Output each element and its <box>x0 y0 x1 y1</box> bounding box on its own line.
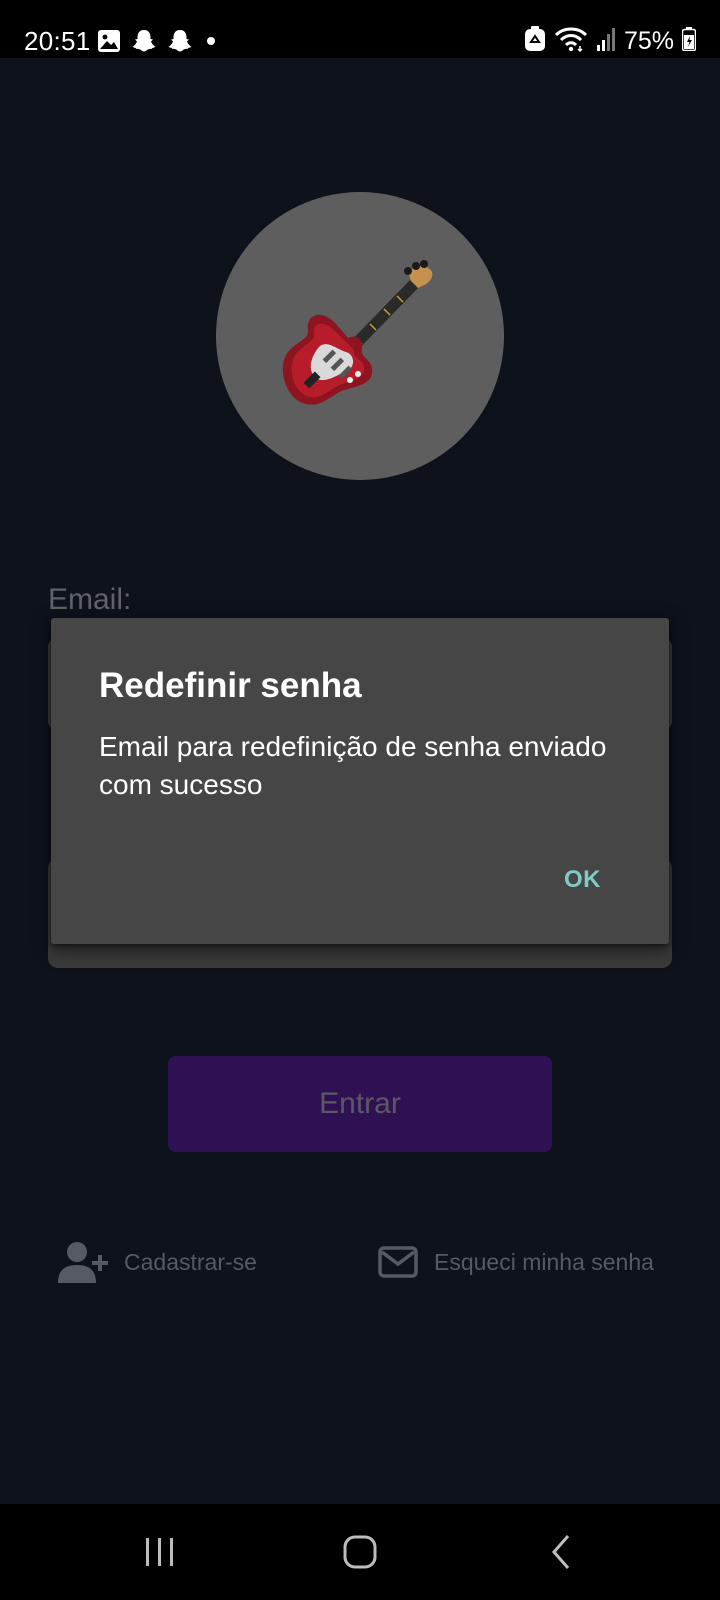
snapchat-icon <box>131 28 157 59</box>
screen: 20:51 75% Email: Entrar Cadastrar-se Esq… <box>0 0 720 1600</box>
snapchat-icon <box>167 28 193 59</box>
add-user-icon <box>58 1242 108 1283</box>
dialog-title: Redefinir senha <box>99 666 362 705</box>
status-time: 20:51 <box>24 26 91 56</box>
status-right: 75% <box>524 24 697 58</box>
wifi-icon <box>554 26 588 57</box>
status-bar: 20:51 75% <box>0 0 720 58</box>
recent-apps-button[interactable] <box>138 1530 182 1574</box>
alert-dialog: Redefinir senha Email para redefinição d… <box>51 618 669 944</box>
signup-label: Cadastrar-se <box>124 1248 257 1275</box>
navigation-bar <box>0 1504 720 1600</box>
login-button[interactable]: Entrar <box>168 1056 552 1152</box>
guitar-icon <box>282 260 433 405</box>
ok-button[interactable]: OK <box>564 864 601 896</box>
recent-apps-icon <box>146 1538 173 1566</box>
battery-percent: 75% <box>623 27 674 55</box>
envelope-icon <box>378 1246 418 1278</box>
back-button[interactable] <box>540 1530 584 1574</box>
forgot-label: Esqueci minha senha <box>434 1248 654 1275</box>
signup-link[interactable]: Cadastrar-se <box>58 1241 257 1283</box>
signal-icon <box>596 27 616 56</box>
forgot-password-link[interactable]: Esqueci minha senha <box>378 1241 654 1283</box>
email-label: Email: <box>48 583 132 616</box>
recycle-icon <box>524 25 546 57</box>
dot-icon <box>203 33 219 54</box>
home-button[interactable] <box>338 1530 382 1574</box>
battery-icon <box>681 26 697 56</box>
back-icon <box>552 1535 570 1569</box>
logo-avatar <box>216 192 504 480</box>
gallery-icon <box>97 29 121 58</box>
notification-icons <box>97 28 219 59</box>
home-icon <box>343 1535 377 1569</box>
dialog-message: Email para redefinição de senha enviado … <box>99 731 607 800</box>
